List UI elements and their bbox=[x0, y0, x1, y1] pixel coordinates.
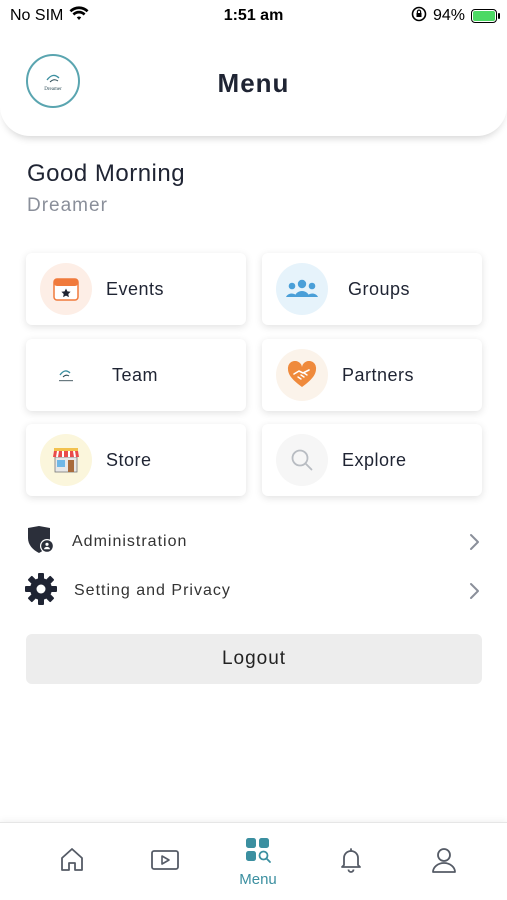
search-icon bbox=[276, 434, 328, 486]
card-events[interactable]: Events bbox=[26, 253, 246, 325]
heart-handshake-icon bbox=[276, 349, 328, 401]
status-right: 94% bbox=[337, 6, 500, 27]
calendar-star-icon bbox=[40, 263, 92, 315]
card-explore[interactable]: Explore bbox=[262, 424, 482, 496]
username-text: Dreamer bbox=[27, 195, 108, 216]
video-icon bbox=[150, 848, 180, 877]
tab-video[interactable] bbox=[135, 823, 195, 900]
card-team[interactable]: Team bbox=[26, 339, 246, 411]
status-left: No SIM bbox=[10, 5, 170, 27]
chevron-right-icon bbox=[464, 581, 484, 601]
home-icon bbox=[58, 846, 86, 879]
wifi-icon bbox=[69, 5, 89, 27]
card-label: Team bbox=[112, 364, 159, 385]
setting-privacy-row[interactable]: Setting and Privacy bbox=[24, 571, 484, 611]
storefront-icon bbox=[40, 434, 92, 486]
status-time: 1:51 am bbox=[223, 7, 284, 24]
card-partners[interactable]: Partners bbox=[262, 339, 482, 411]
battery-percent: 94% bbox=[432, 7, 465, 24]
header: Dreamer Menu bbox=[0, 32, 507, 136]
card-label: Groups bbox=[348, 278, 411, 299]
chevron-right-icon bbox=[464, 532, 484, 552]
card-store[interactable]: Store bbox=[26, 424, 246, 496]
gear-icon bbox=[24, 572, 58, 611]
tab-notifications[interactable] bbox=[321, 823, 381, 900]
page-title: Menu bbox=[217, 68, 290, 98]
administration-row[interactable]: Administration bbox=[24, 522, 484, 562]
setting-privacy-label: Setting and Privacy bbox=[74, 582, 231, 599]
shield-user-icon bbox=[24, 525, 58, 560]
status-bar: No SIM 1:51 am 94% bbox=[0, 0, 507, 32]
menu-grid-icon bbox=[244, 836, 272, 869]
card-label: Partners bbox=[342, 364, 415, 385]
bell-icon bbox=[338, 846, 364, 879]
card-label: Store bbox=[106, 449, 152, 470]
user-icon bbox=[430, 846, 458, 879]
card-groups[interactable]: Groups bbox=[262, 253, 482, 325]
carrier-label: No SIM bbox=[10, 7, 64, 24]
greeting-text: Good Morning bbox=[27, 160, 186, 187]
people-group-icon bbox=[276, 263, 328, 315]
administration-label: Administration bbox=[72, 533, 188, 550]
tab-home[interactable] bbox=[42, 823, 102, 900]
logout-button[interactable]: Logout bbox=[26, 634, 482, 684]
orientation-lock-icon bbox=[411, 6, 427, 27]
card-label: Explore bbox=[342, 449, 407, 470]
tab-menu-label: Menu bbox=[239, 871, 277, 888]
tab-menu[interactable]: Menu bbox=[228, 823, 288, 900]
team-logo-icon bbox=[40, 349, 92, 401]
card-label: Events bbox=[106, 278, 165, 299]
battery-charging-icon bbox=[471, 9, 500, 23]
tab-profile[interactable] bbox=[414, 823, 474, 900]
bottom-tab-bar: Menu bbox=[0, 822, 507, 900]
